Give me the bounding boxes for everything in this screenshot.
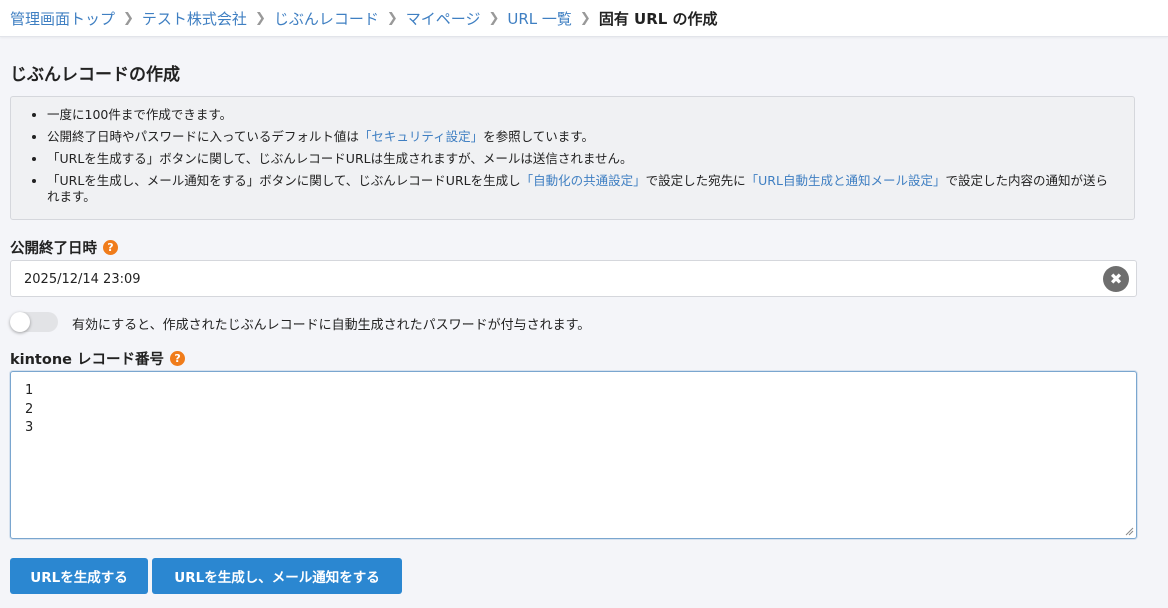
notice-item-text: 「URLを生成し、メール通知をする」ボタンに関して、じぶんレコードURLを生成し [47,173,521,188]
expiry-label: 公開終了日時 [10,241,97,257]
question-circle-icon[interactable]: ? [170,351,186,366]
expiry-datetime-field[interactable]: ✖ [10,260,1137,297]
breadcrumb: 管理画面トップ ❯ テスト株式会社 ❯ じぶんレコード ❯ マイページ ❯ UR… [10,7,718,29]
generate-url-button[interactable]: URLを生成する [10,558,148,594]
chevron-right-icon: ❯ [488,10,500,26]
toggle-knob [10,312,30,332]
password-toggle-label: 有効にすると、作成されたじぶんレコードに自動生成されたパスワードが付与されます。 [72,318,591,333]
security-settings-link[interactable]: 「セキュリティ設定」 [359,129,483,144]
automation-settings-link[interactable]: 「自動化の共通設定」 [521,173,646,188]
chevron-right-icon: ❯ [123,10,134,26]
chevron-right-icon: ❯ [386,10,398,26]
record-number-label: kintone レコード番号 [10,352,165,368]
breadcrumb-jibun-record[interactable]: じぶんレコード [274,8,379,29]
page-title: じぶんレコードの作成 [10,65,180,85]
record-number-textarea[interactable]: 1 2 3 [25,382,1115,532]
record-number-field[interactable]: 1 2 3 [10,371,1137,539]
notice-item: 公開終了日時やパスワードに入っているデフォルト値は「セキュリティ設定」を参照して… [47,129,1116,145]
notice-item-text: 「URLを生成する」ボタンに関して、じぶんレコードURLは生成されますが、メール… [47,151,633,166]
top-bar: 管理画面トップ ❯ テスト株式会社 ❯ じぶんレコード ❯ マイページ ❯ UR… [0,0,1168,37]
notice-item: 一度に100件まで作成できます。 [47,107,1116,123]
resize-handle-icon[interactable] [1124,526,1134,536]
notice-item-text: で設定した宛先に [645,173,746,188]
info-notice: 一度に100件まで作成できます。 公開終了日時やパスワードに入っているデフォルト… [10,96,1135,220]
breadcrumb-mypage[interactable]: マイページ [406,8,481,29]
chevron-right-icon: ❯ [579,10,591,26]
breadcrumb-current: 固有 URL の作成 [598,9,718,28]
expiry-datetime-input[interactable] [24,270,1074,288]
clear-x-icon[interactable]: ✖ [1103,266,1129,292]
url-autogen-mail-settings-link[interactable]: 「URL自動生成と通知メール設定」 [746,173,946,188]
notice-item: 「URLを生成する」ボタンに関して、じぶんレコードURLは生成されますが、メール… [47,151,1116,167]
record-number-label-row: kintone レコード番号 ? [10,348,186,369]
breadcrumb-admin-top[interactable]: 管理画面トップ [10,8,115,29]
chevron-right-icon: ❯ [254,10,266,26]
notice-item-text: 公開終了日時やパスワードに入っているデフォルト値は [47,129,359,144]
breadcrumb-company[interactable]: テスト株式会社 [142,8,247,29]
notice-item-text: 一度に100件まで作成できます。 [47,107,233,122]
question-circle-icon[interactable]: ? [103,240,118,255]
notice-item-text: を参照しています。 [483,129,595,144]
generate-url-notify-button[interactable]: URLを生成し、メール通知をする [152,558,402,594]
notice-item: 「URLを生成し、メール通知をする」ボタンに関して、じぶんレコードURLを生成し… [47,173,1116,205]
password-toggle[interactable] [10,312,58,332]
breadcrumb-url-list[interactable]: URL 一覧 [507,8,572,29]
expiry-label-row: 公開終了日時 ? [10,237,118,258]
